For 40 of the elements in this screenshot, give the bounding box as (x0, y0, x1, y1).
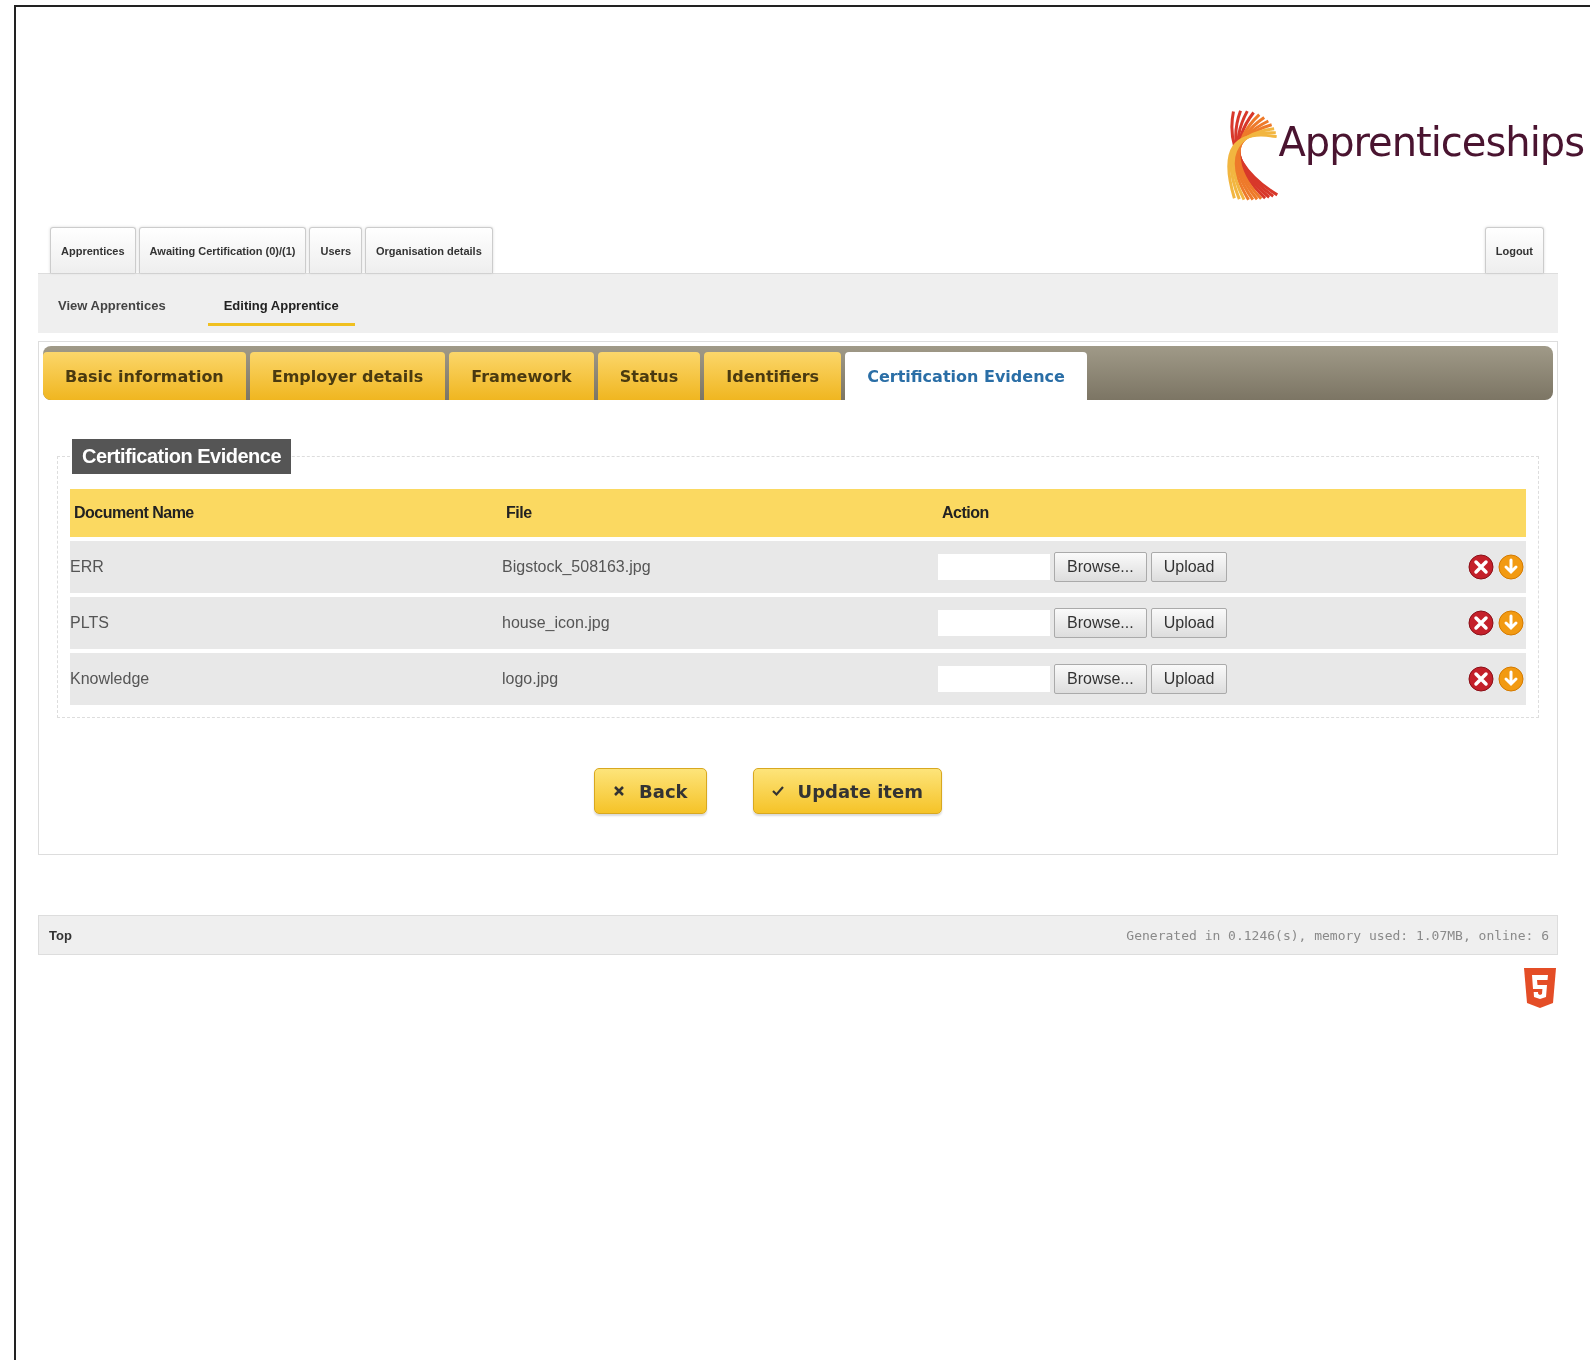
checkmark-icon (771, 785, 784, 797)
fieldset-legend: Certification Evidence (72, 439, 292, 474)
column-header: File (505, 504, 533, 522)
column-header: Action (941, 504, 990, 522)
delete-icon[interactable] (1468, 554, 1494, 580)
browse-button[interactable]: Browse... (1054, 608, 1147, 638)
nav-tab[interactable]: Organisation details (365, 227, 493, 273)
file-name: Bigstock_508163.jpg (502, 558, 652, 576)
update-button[interactable]: Update item (752, 768, 942, 814)
nav-tab[interactable]: Users (309, 227, 363, 273)
close-icon (613, 785, 626, 797)
document-name: PLTS (70, 614, 110, 632)
document-name: ERR (70, 558, 105, 576)
section-tab[interactable]: Framework (449, 352, 594, 400)
top-link[interactable]: Top (49, 927, 72, 943)
nav-tab[interactable]: Apprentices (50, 227, 136, 273)
file-name: logo.jpg (502, 670, 560, 688)
logo-text: Apprenticeships (1278, 119, 1584, 165)
back-button[interactable]: Back (594, 768, 707, 814)
section-tab[interactable]: Basic information (43, 352, 246, 400)
column-header: Document Name (73, 504, 195, 522)
subnav-link[interactable]: Editing Apprentice (207, 287, 355, 326)
upload-button[interactable]: Upload (1150, 664, 1228, 694)
nav-tab[interactable]: Awaiting Certification (0)/(1) (138, 227, 307, 273)
browse-button[interactable]: Browse... (1054, 664, 1147, 694)
section-tab[interactable]: Certification Evidence (845, 352, 1087, 400)
logout-tab[interactable]: Logout (1484, 227, 1544, 273)
delete-icon[interactable] (1468, 666, 1494, 692)
file-name: house_icon.jpg (502, 614, 611, 632)
section-tab[interactable]: Status (597, 352, 701, 400)
subnav-link[interactable]: View Apprentices (58, 287, 182, 326)
section-tab[interactable]: Identifiers (704, 352, 842, 400)
delete-icon[interactable] (1468, 610, 1494, 636)
document-name: Knowledge (70, 670, 151, 688)
upload-button[interactable]: Upload (1150, 608, 1228, 638)
generation-stats: Generated in 0.1246(s), memory used: 1.07MB, online: 6 (1126, 927, 1549, 943)
upload-button[interactable]: Upload (1150, 552, 1228, 582)
section-tab[interactable]: Employer details (249, 352, 446, 400)
browse-button[interactable]: Browse... (1054, 552, 1147, 582)
html5-icon (1522, 967, 1558, 1009)
